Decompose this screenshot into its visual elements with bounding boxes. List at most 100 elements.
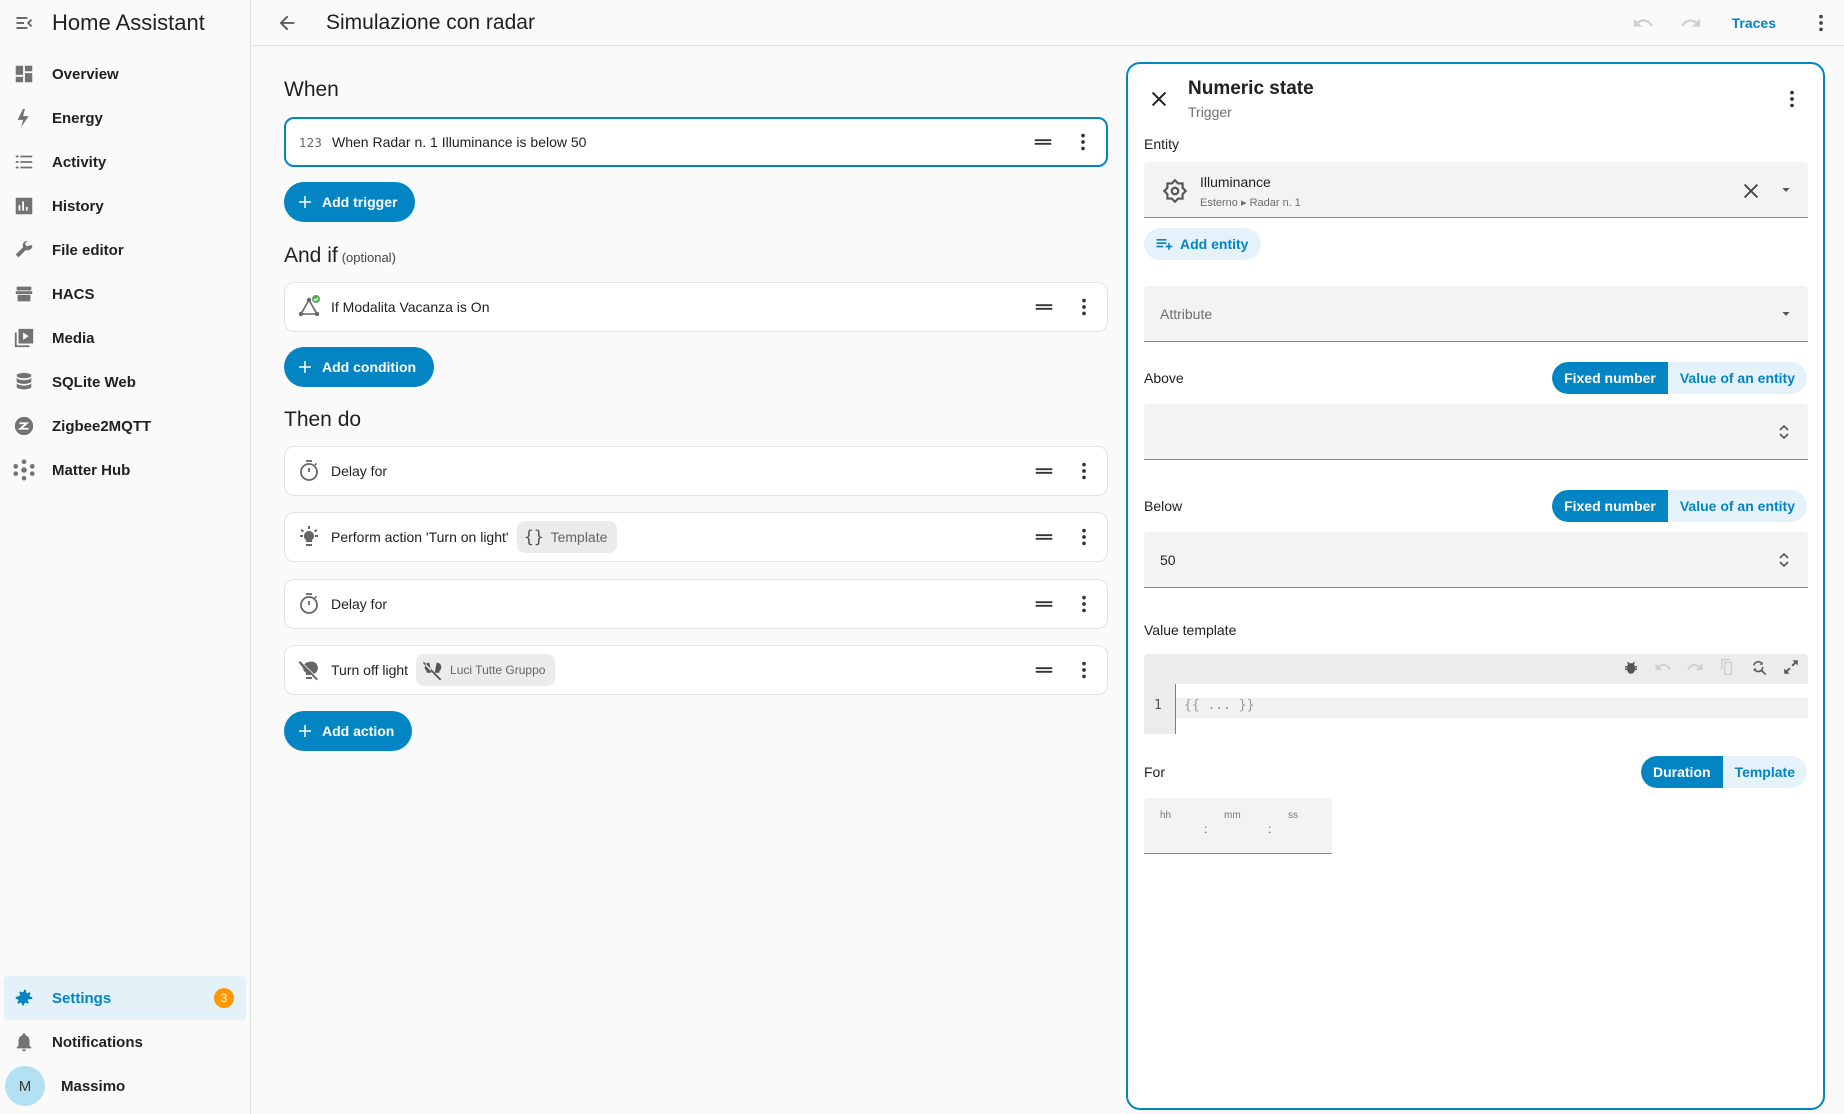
template-button[interactable]: Template bbox=[1722, 756, 1807, 788]
above-entity-value-button[interactable]: Value of an entity bbox=[1667, 362, 1807, 394]
bug-icon[interactable] bbox=[1622, 658, 1640, 676]
optional-label: (optional) bbox=[341, 250, 396, 265]
sidebar-item-energy[interactable]: Energy bbox=[0, 96, 250, 140]
app-title: Home Assistant bbox=[52, 10, 205, 35]
below-entity-value-button[interactable]: Value of an entity bbox=[1667, 490, 1807, 522]
plus-icon bbox=[299, 361, 311, 373]
sidebar-item-settings[interactable]: Settings 3 bbox=[4, 976, 246, 1020]
below-input[interactable]: 50 bbox=[1144, 532, 1808, 588]
sidebar-item-hacs[interactable]: HACS bbox=[0, 272, 250, 316]
find-replace-icon[interactable] bbox=[1750, 658, 1768, 676]
more-vert-icon[interactable] bbox=[1810, 12, 1832, 34]
add-trigger-button[interactable]: Add trigger bbox=[284, 182, 416, 222]
more-vert-icon[interactable] bbox=[1073, 593, 1095, 615]
entity-chip-label: Luci Tutte Gruppo bbox=[450, 663, 546, 677]
trigger-detail-panel: Numeric state Trigger Entity Illuminance… bbox=[1126, 62, 1825, 1110]
sidebar-item-history[interactable]: History bbox=[0, 184, 250, 228]
above-mode-toggle: Fixed number Value of an entity bbox=[1552, 362, 1807, 394]
playlist-plus-icon bbox=[1156, 239, 1173, 250]
overview-icon bbox=[15, 65, 33, 83]
add-entity-button[interactable]: Add entity bbox=[1144, 228, 1262, 260]
sidebar-item-file-editor[interactable]: File editor bbox=[0, 228, 250, 272]
sidebar-item-notifications[interactable]: Notifications bbox=[0, 1020, 250, 1064]
active-line bbox=[1176, 698, 1808, 718]
entity-label: Entity bbox=[1144, 136, 1180, 152]
sidebar-header: Home Assistant bbox=[0, 0, 250, 46]
code-toolbar bbox=[1608, 658, 1800, 676]
more-vert-icon[interactable] bbox=[1073, 526, 1095, 548]
sidebar-item-label: File editor bbox=[52, 241, 124, 259]
stepper-icon[interactable] bbox=[1776, 422, 1792, 442]
svg-text:{}: {} bbox=[523, 528, 543, 547]
condition-card[interactable]: If Modalita Vacanza is On bbox=[284, 282, 1108, 332]
add-condition-button[interactable]: Add condition bbox=[284, 347, 435, 387]
more-vert-icon[interactable] bbox=[1072, 131, 1094, 153]
action-card-turn-off-light[interactable]: Turn off light Luci Tutte Gruppo bbox=[284, 645, 1108, 695]
add-condition-label: Add condition bbox=[322, 359, 417, 375]
sidebar-list: Overview Energy Activity History File ed… bbox=[0, 52, 250, 492]
history-icon bbox=[15, 197, 33, 215]
close-icon[interactable] bbox=[1148, 88, 1170, 110]
sidebar-item-user[interactable]: M Massimo bbox=[0, 1064, 250, 1108]
avatar: M bbox=[5, 1066, 45, 1106]
attribute-select[interactable]: Attribute bbox=[1144, 286, 1808, 342]
then-heading: Then do bbox=[284, 408, 361, 432]
back-arrow-icon[interactable] bbox=[276, 12, 298, 34]
for-mode-toggle: Duration Template bbox=[1641, 756, 1807, 788]
traces-link[interactable]: Traces bbox=[1732, 15, 1776, 31]
clear-icon[interactable] bbox=[1740, 180, 1762, 202]
sidebar-item-zigbee2mqtt[interactable]: Zigbee2MQTT bbox=[0, 404, 250, 448]
entity-picker[interactable]: Illuminance Esterno ▸ Radar n. 1 bbox=[1144, 162, 1808, 218]
hacs-icon bbox=[15, 286, 33, 302]
duration-button[interactable]: Duration bbox=[1641, 756, 1723, 788]
chevron-down-icon[interactable] bbox=[1780, 184, 1792, 196]
drag-handle-icon[interactable] bbox=[1033, 526, 1055, 548]
trigger-card[interactable]: 123 When Radar n. 1 Illuminance is below… bbox=[284, 117, 1108, 167]
action-card-delay[interactable]: Delay for bbox=[284, 446, 1108, 496]
duration-input[interactable]: hh : mm : ss bbox=[1144, 798, 1332, 854]
value-template-editor[interactable]: 1 {{ ... }} bbox=[1144, 654, 1808, 734]
copy-icon[interactable] bbox=[1718, 658, 1736, 676]
menu-icon[interactable] bbox=[14, 13, 34, 33]
template-chip-label: Template bbox=[550, 529, 608, 545]
sidebar-item-overview[interactable]: Overview bbox=[0, 52, 250, 96]
undo-icon[interactable] bbox=[1632, 12, 1654, 34]
entity-chip: Luci Tutte Gruppo bbox=[416, 654, 556, 686]
sidebar-item-matter-hub[interactable]: Matter Hub bbox=[0, 448, 250, 492]
more-vert-icon[interactable] bbox=[1781, 88, 1803, 110]
more-vert-icon[interactable] bbox=[1073, 460, 1095, 482]
add-action-button[interactable]: Add action bbox=[284, 711, 413, 751]
sidebar-item-media[interactable]: Media bbox=[0, 316, 250, 360]
drag-handle-icon[interactable] bbox=[1033, 593, 1055, 615]
code-area[interactable] bbox=[1176, 684, 1808, 734]
more-vert-icon[interactable] bbox=[1073, 659, 1095, 681]
top-bar: Simulazione con radar Traces bbox=[252, 0, 1844, 46]
below-fixed-number-button[interactable]: Fixed number bbox=[1552, 490, 1668, 522]
top-actions: Traces bbox=[1632, 12, 1844, 34]
gear-icon bbox=[15, 989, 33, 1006]
fullscreen-icon[interactable] bbox=[1782, 658, 1800, 676]
sidebar-item-label: Zigbee2MQTT bbox=[52, 417, 152, 435]
action-card-delay-2[interactable]: Delay for bbox=[284, 579, 1108, 629]
sidebar-item-sqlite-web[interactable]: SQLite Web bbox=[0, 360, 250, 404]
sidebar-item-activity[interactable]: Activity bbox=[0, 140, 250, 184]
redo-icon[interactable] bbox=[1680, 12, 1702, 34]
above-input[interactable] bbox=[1144, 404, 1808, 460]
undo-icon[interactable] bbox=[1654, 658, 1672, 676]
redo-icon[interactable] bbox=[1686, 658, 1704, 676]
action-card-turn-on-light[interactable]: Perform action 'Turn on light' {} Templa… bbox=[284, 512, 1108, 562]
drag-handle-icon[interactable] bbox=[1033, 460, 1055, 482]
below-label: Below bbox=[1144, 498, 1183, 514]
file-editor-icon bbox=[15, 240, 33, 258]
above-fixed-number-button[interactable]: Fixed number bbox=[1552, 362, 1668, 394]
drag-handle-icon[interactable] bbox=[1033, 659, 1055, 681]
action-label: Delay for bbox=[331, 596, 388, 612]
lightbulb-icon bbox=[300, 526, 318, 546]
sidebar-item-label: Notifications bbox=[52, 1033, 143, 1051]
andif-heading: And if (optional) bbox=[284, 244, 396, 268]
drag-handle-icon[interactable] bbox=[1032, 131, 1054, 153]
stepper-icon[interactable] bbox=[1776, 550, 1792, 570]
attribute-placeholder: Attribute bbox=[1160, 306, 1213, 322]
more-vert-icon[interactable] bbox=[1073, 296, 1095, 318]
drag-handle-icon[interactable] bbox=[1033, 296, 1055, 318]
